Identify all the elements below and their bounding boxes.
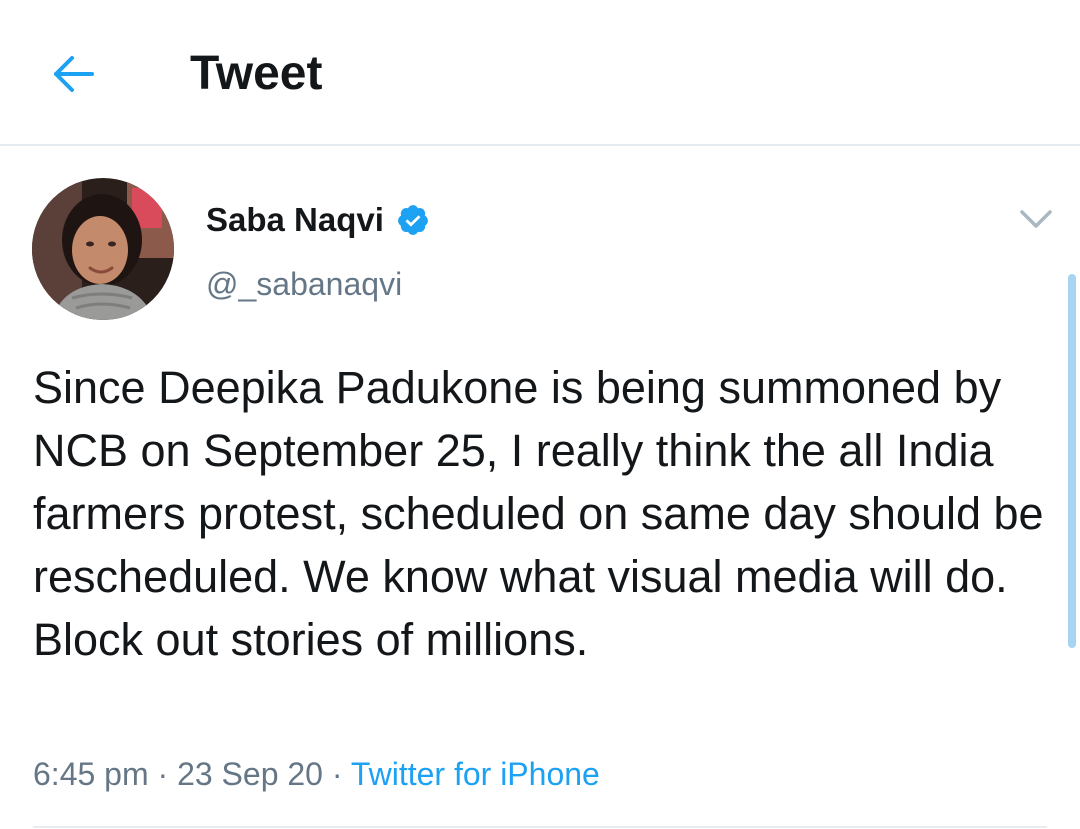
separator-dot: ·	[331, 756, 343, 792]
tweet-metadata: 6:45 pm · 23 Sep 20 · Twitter for iPhone	[33, 752, 600, 796]
separator-dot: ·	[157, 756, 169, 792]
page-title: Tweet	[190, 47, 323, 100]
tweet-text: Since Deepika Padukone is being summoned…	[33, 362, 1044, 665]
author-display-name[interactable]: Saba Naqvi	[206, 201, 384, 239]
tweet-source-link[interactable]: Twitter for iPhone	[351, 756, 600, 792]
author-handle[interactable]: @_sabanaqvi	[206, 262, 402, 306]
avatar[interactable]	[32, 178, 174, 320]
chevron-down-icon[interactable]	[1014, 200, 1058, 236]
author-name-row: Saba Naqvi	[206, 198, 430, 242]
verified-badge-icon	[398, 205, 428, 235]
scroll-indicator[interactable]	[1068, 274, 1076, 648]
top-app-bar: Tweet	[0, 0, 1080, 146]
tweet-time: 6:45 pm	[33, 756, 149, 792]
back-button[interactable]	[44, 46, 104, 102]
tweet-date: 23 Sep 20	[177, 756, 323, 792]
arrow-left-icon	[54, 56, 94, 92]
divider	[33, 826, 1047, 828]
